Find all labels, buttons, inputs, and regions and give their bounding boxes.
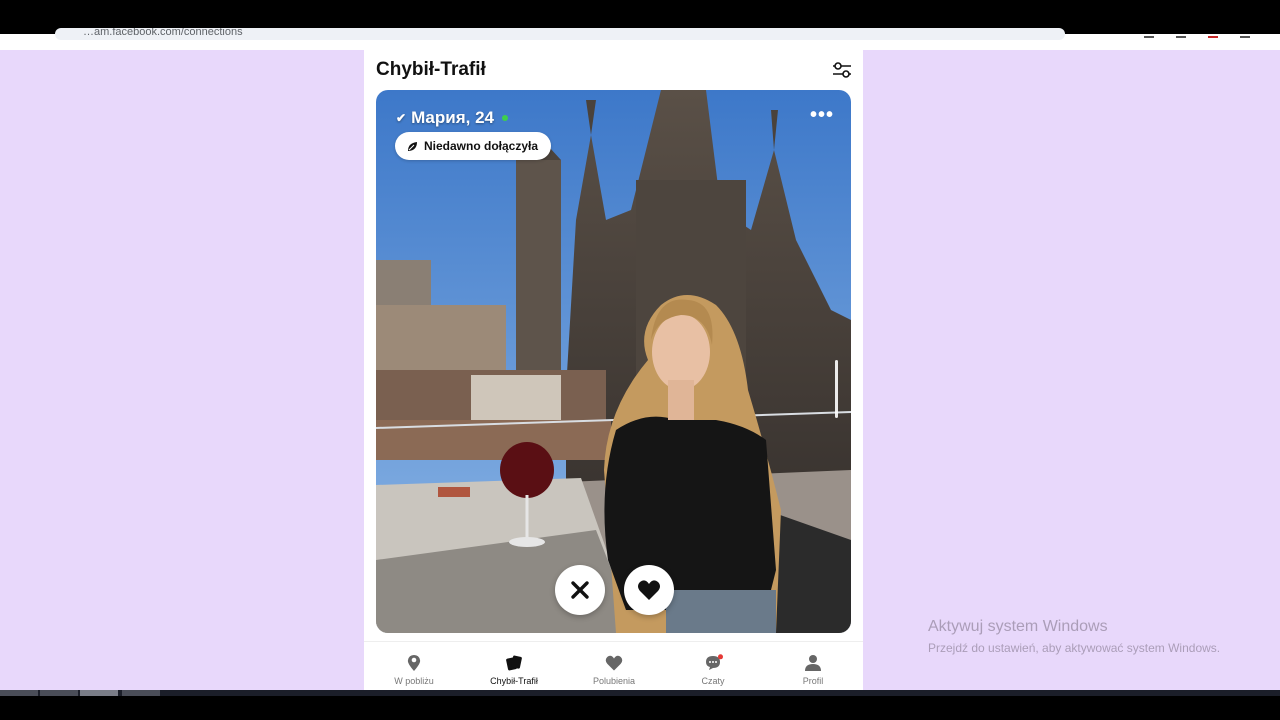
app-panel: Chybił-Trafił ✔ Мария, 24 Niedawno dołąc… xyxy=(364,50,863,691)
nav-label-chats: Czaty xyxy=(701,676,725,686)
dislike-button[interactable] xyxy=(555,565,605,615)
address-bar-url: …am.facebook.com/connections xyxy=(83,28,243,38)
taskbar-button[interactable] xyxy=(40,690,78,696)
windows-activation-watermark: Aktywuj system Windows Przejdź do ustawi… xyxy=(928,618,1220,655)
bookmark-icon[interactable] xyxy=(1144,30,1154,38)
photo-scroll-indicator xyxy=(835,360,838,418)
nav-label-hit-or-miss: Chybił-Trafił xyxy=(490,676,538,686)
filter-button[interactable] xyxy=(831,60,853,80)
nav-label-profile: Profil xyxy=(802,676,824,686)
extension-icon[interactable] xyxy=(1176,30,1186,38)
ellipsis-icon: ••• xyxy=(810,104,835,126)
more-options-button[interactable]: ••• xyxy=(810,105,834,125)
taskbar-button[interactable] xyxy=(80,690,118,696)
close-icon xyxy=(571,581,589,599)
heart-icon xyxy=(605,655,623,671)
profile-card[interactable]: ✔ Мария, 24 Niedawno dołączyła ••• xyxy=(376,90,851,633)
page-background: Chybił-Trafił ✔ Мария, 24 Niedawno dołąc… xyxy=(0,50,1280,691)
cards-icon xyxy=(506,655,522,671)
menu-icon[interactable] xyxy=(1240,30,1250,38)
nav-item-chats[interactable]: Czaty xyxy=(673,642,753,691)
profile-photo xyxy=(376,90,851,633)
bottom-navigation: W pobliżu Chybił-Trafił Polubienia Czaty… xyxy=(364,641,863,691)
online-status-dot xyxy=(502,115,508,121)
profile-indicator-icon[interactable] xyxy=(1208,30,1218,38)
sliders-icon xyxy=(833,62,851,78)
location-pin-icon xyxy=(407,655,421,671)
taskbar-button[interactable] xyxy=(122,690,160,696)
like-button[interactable] xyxy=(624,565,674,615)
profile-name-age: Мария, 24 xyxy=(411,108,494,127)
nav-item-likes[interactable]: Polubienia xyxy=(574,642,654,691)
browser-extension-icons xyxy=(1144,30,1250,38)
nav-item-nearby[interactable]: W pobliżu xyxy=(374,642,454,691)
nav-label-nearby: W pobliżu xyxy=(394,676,434,686)
watermark-title: Aktywuj system Windows xyxy=(928,618,1108,635)
watermark-subtitle: Przejdź do ustawień, aby aktywować syste… xyxy=(928,641,1221,655)
nav-item-hit-or-miss[interactable]: Chybił-Trafił xyxy=(474,642,554,691)
person-icon xyxy=(805,655,821,671)
notification-badge xyxy=(718,654,723,660)
leaf-icon xyxy=(408,141,417,151)
address-bar[interactable]: …am.facebook.com/connections xyxy=(55,28,1065,40)
browser-toolbar: …am.facebook.com/connections xyxy=(0,28,1280,50)
taskbar-strip xyxy=(0,690,1280,696)
page-title: Chybił-Trafił xyxy=(376,59,486,80)
profile-name-row: ✔ Мария, 24 xyxy=(396,108,508,128)
taskbar-button[interactable] xyxy=(0,690,38,696)
heart-icon xyxy=(638,580,660,600)
nav-label-likes: Polubienia xyxy=(592,676,636,686)
recently-joined-badge: Niedawno dołączyła xyxy=(395,132,552,160)
recently-joined-label: Niedawno dołączyła xyxy=(424,139,539,153)
nav-item-profile[interactable]: Profil xyxy=(773,642,853,691)
chat-icon xyxy=(706,654,723,670)
verified-icon: ✔ xyxy=(396,111,407,125)
